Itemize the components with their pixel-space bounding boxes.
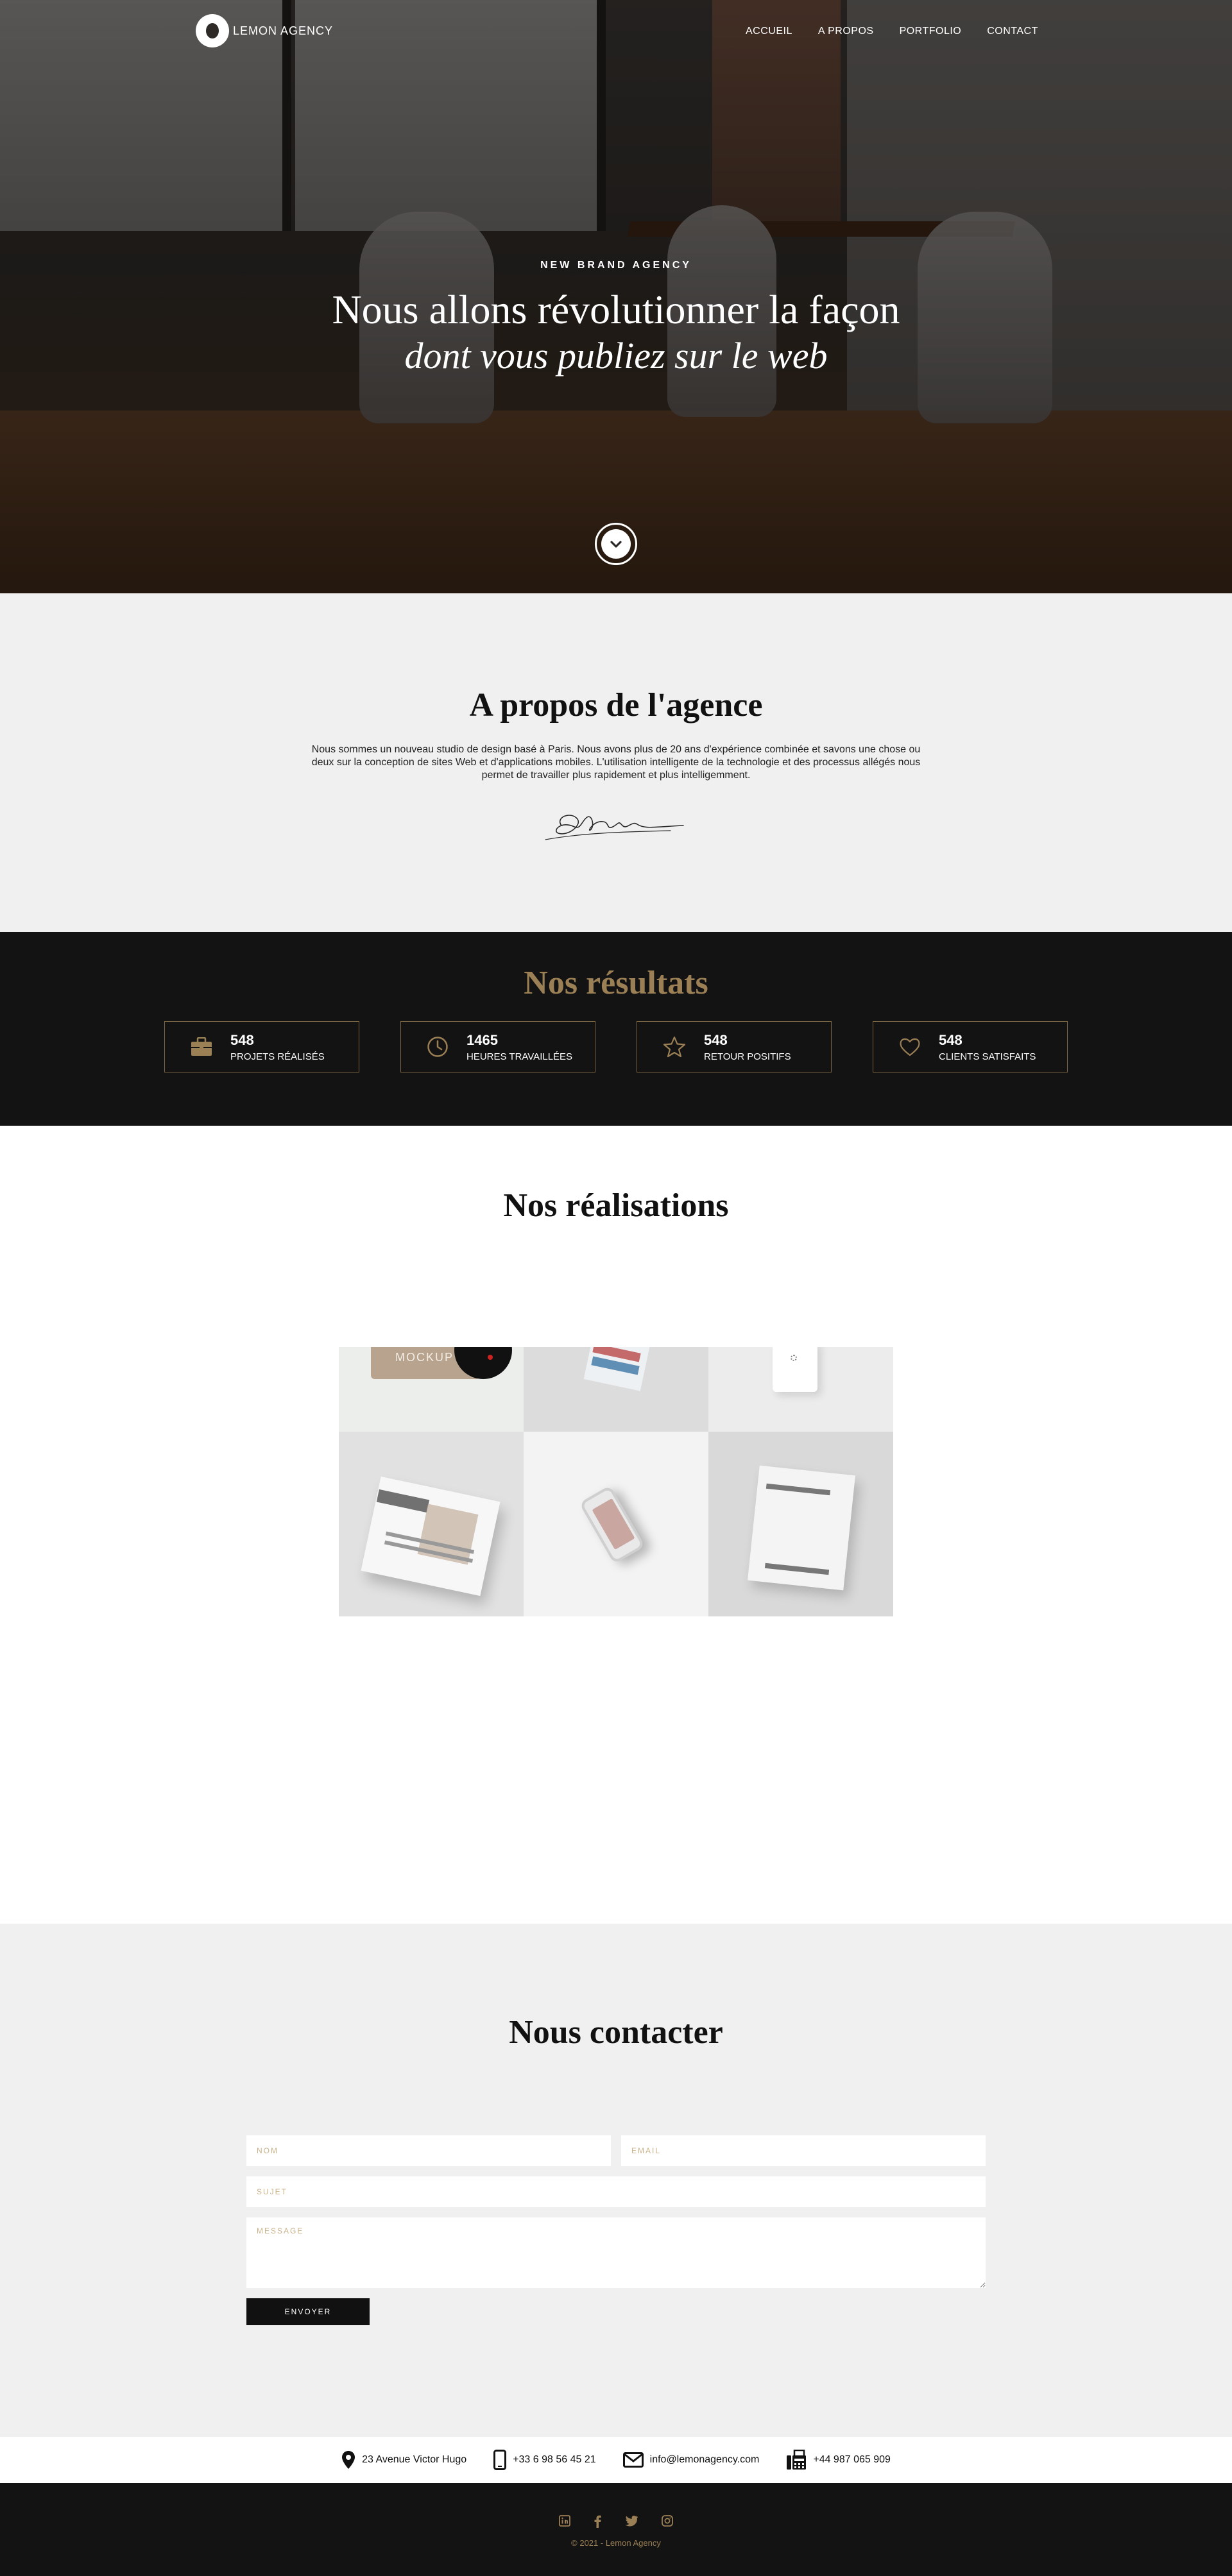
main-menu: ACCUEIL A PROPOS PORTFOLIO CONTACT: [746, 26, 1038, 37]
envelope-icon: [622, 2452, 644, 2468]
chevron-down-icon: [601, 529, 631, 559]
email-input[interactable]: [621, 2135, 986, 2166]
portfolio-item-magazine[interactable]: [339, 1432, 524, 1616]
mobile-phone-icon: [493, 2450, 507, 2470]
portfolio-item-bag[interactable]: [708, 1347, 893, 1432]
stat-value: 548: [230, 1031, 254, 1048]
site-footer: © 2021 - Lemon Agency: [0, 2483, 1232, 2576]
about-text: Nous sommes un nouveau studio de design …: [311, 744, 921, 781]
stat-label: CLIENTS SATISFAITS: [939, 1051, 1036, 1062]
info-phone: +33 6 98 56 45 21: [493, 2450, 596, 2470]
contact-title: Nous contacter: [509, 2014, 723, 2051]
facebook-icon[interactable]: [594, 2515, 601, 2528]
map-pin-icon: [342, 2451, 355, 2469]
info-address-text: 23 Avenue Victor Hugo: [362, 2454, 467, 2465]
brand-logo[interactable]: LEMON AGENCY: [196, 14, 333, 47]
social-links: [0, 2515, 1232, 2528]
stat-feedback: 548 RETOUR POSITIFS: [637, 1021, 832, 1072]
portfolio-item-tshirt[interactable]: [708, 1432, 893, 1616]
copyright-text: © 2021 - Lemon Agency: [571, 2538, 661, 2548]
info-fax-text: +44 987 065 909: [813, 2454, 891, 2465]
hero-title: Nous allons révolutionner la façon: [332, 287, 900, 332]
stat-projects: 548 PROJETS RÉALISÉS: [164, 1021, 359, 1072]
scroll-down-button[interactable]: [595, 523, 637, 565]
contact-form: ENVOYER: [246, 2135, 986, 2325]
stat-value: 1465: [466, 1031, 498, 1048]
results-section: Nos résultats 548 PROJETS RÉALISÉS 1465 …: [0, 932, 1232, 1126]
portfolio-item-phone[interactable]: [524, 1432, 708, 1616]
portfolio-section: Nos réalisations MOCKUP: [0, 1126, 1232, 1924]
lemon-logo-icon: [196, 14, 229, 47]
nav-item-a-propos[interactable]: A PROPOS: [818, 26, 874, 37]
about-title: A propos de l'agence: [469, 687, 763, 724]
contact-section: Nous contacter ENVOYER: [0, 1924, 1232, 2437]
info-email-text[interactable]: info@lemonagency.com: [650, 2454, 760, 2466]
stat-label: HEURES TRAVAILLÉES: [466, 1051, 573, 1062]
about-section: A propos de l'agence Nous sommes un nouv…: [0, 593, 1232, 932]
stat-value: 548: [704, 1031, 728, 1048]
portfolio-title: Nos réalisations: [503, 1187, 729, 1224]
instagram-icon[interactable]: [662, 2515, 673, 2527]
heart-icon: [900, 1038, 920, 1056]
stat-hours: 1465 HEURES TRAVAILLÉES: [400, 1021, 595, 1072]
contact-info-bar: 23 Avenue Victor Hugo +33 6 98 56 45 21 …: [0, 2437, 1232, 2483]
fax-icon: [787, 2450, 807, 2470]
clock-icon: [427, 1037, 448, 1057]
stat-label: PROJETS RÉALISÉS: [230, 1051, 325, 1062]
info-address: 23 Avenue Victor Hugo: [341, 2450, 466, 2470]
info-fax: +44 987 065 909: [786, 2450, 891, 2470]
stats-row: 548 PROJETS RÉALISÉS 1465 HEURES TRAVAIL…: [0, 1021, 1232, 1072]
info-phone-text[interactable]: +33 6 98 56 45 21: [513, 2454, 595, 2466]
nav-item-contact[interactable]: CONTACT: [987, 26, 1038, 37]
hero-subtitle: dont vous publiez sur le web: [404, 335, 828, 377]
info-email: info@lemonagency.com: [622, 2452, 760, 2468]
subject-input[interactable]: [246, 2176, 986, 2207]
linkedin-icon[interactable]: [559, 2515, 570, 2527]
stat-clients: 548 CLIENTS SATISFAITS: [873, 1021, 1068, 1072]
send-button[interactable]: ENVOYER: [246, 2298, 370, 2325]
nav-item-accueil[interactable]: ACCUEIL: [746, 26, 792, 37]
stat-label: RETOUR POSITIFS: [704, 1051, 791, 1062]
hero-kicker: NEW BRAND AGENCY: [540, 260, 692, 271]
hero-section: LEMON AGENCY ACCUEIL A PROPOS PORTFOLIO …: [0, 0, 1232, 593]
star-icon: [663, 1036, 686, 1058]
portfolio-grid: MOCKUP: [339, 1347, 893, 1616]
top-nav: LEMON AGENCY ACCUEIL A PROPOS PORTFOLIO …: [0, 0, 1232, 64]
tile-label: MOCKUP: [395, 1351, 454, 1364]
signature-image: [545, 815, 684, 840]
portfolio-item-poster[interactable]: [524, 1347, 708, 1432]
twitter-icon[interactable]: [624, 2515, 638, 2527]
results-title: Nos résultats: [524, 965, 708, 1001]
briefcase-icon: [191, 1037, 212, 1056]
portfolio-item-vinyl-mockup[interactable]: MOCKUP: [339, 1347, 524, 1432]
nav-item-portfolio[interactable]: PORTFOLIO: [900, 26, 962, 37]
stat-value: 548: [939, 1031, 963, 1048]
name-input[interactable]: [246, 2135, 611, 2166]
message-textarea[interactable]: [246, 2217, 986, 2288]
brand-name: LEMON AGENCY: [233, 24, 334, 37]
hero-content: NEW BRAND AGENCY Nous allons révolutionn…: [0, 260, 1232, 379]
